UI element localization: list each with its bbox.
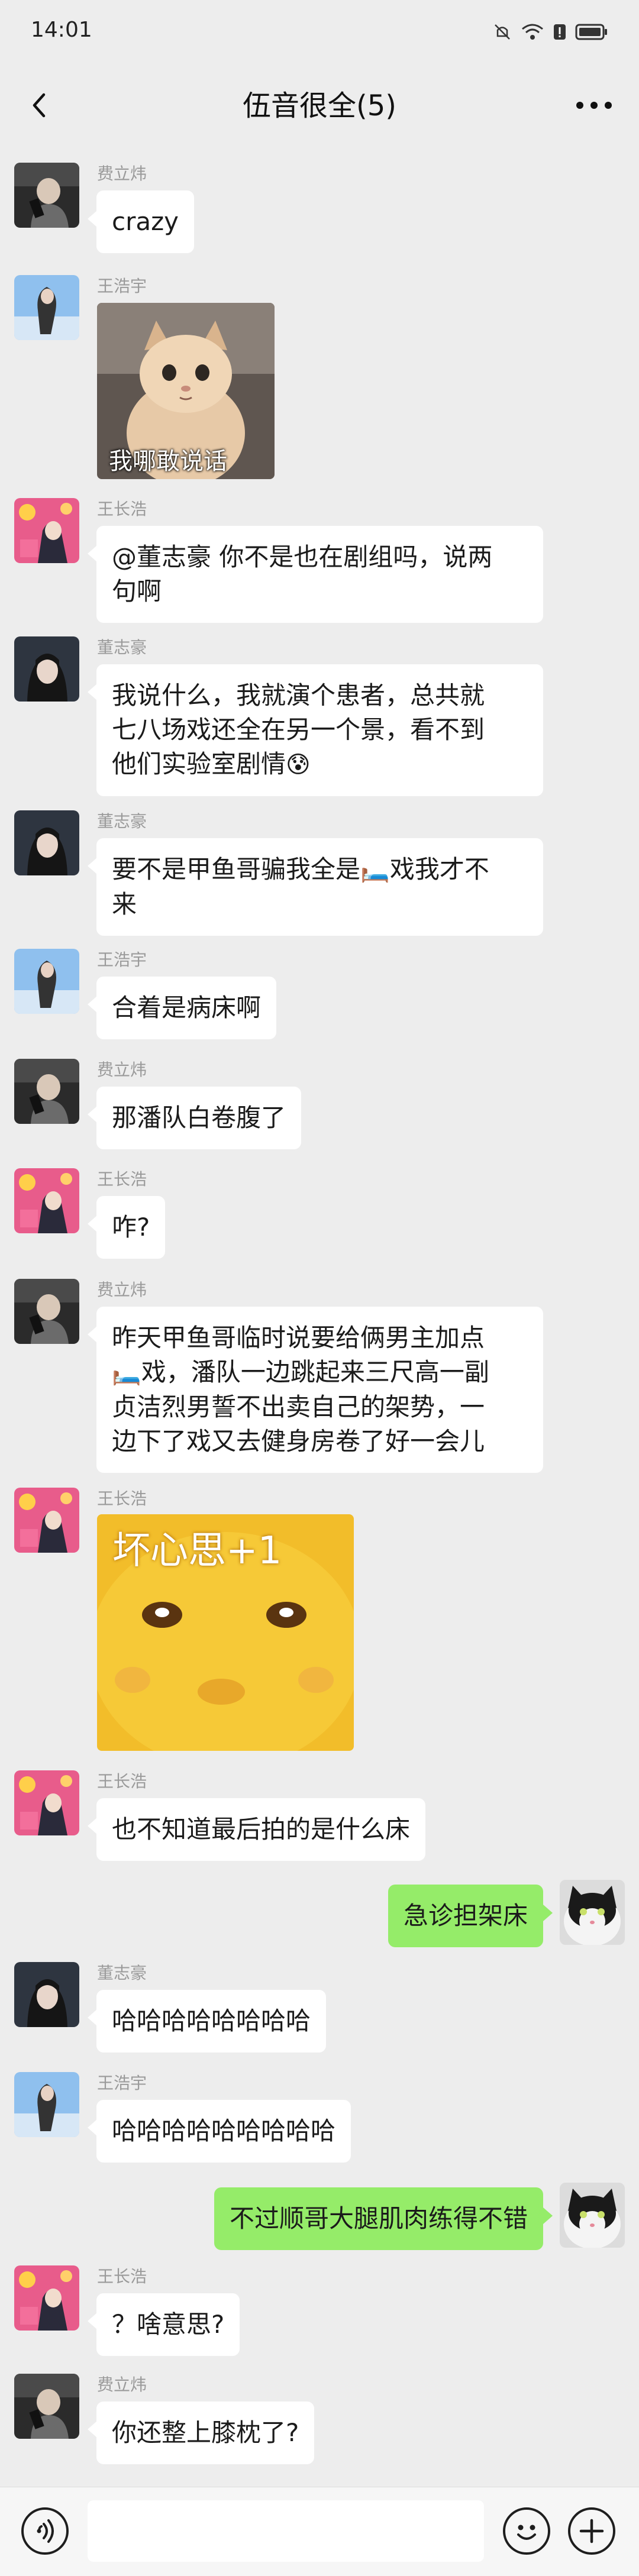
message-input[interactable]: [88, 2500, 484, 2562]
message-line: 他们实验室剧情: [112, 749, 286, 778]
message-line: 来: [112, 890, 137, 919]
message-line: @董志豪 你不是也在剧组吗，说两: [112, 542, 493, 571]
battery-icon: [575, 24, 607, 40]
message-bubble[interactable]: 也不知道最后拍的是什么床: [96, 1798, 426, 1861]
mute-icon: [495, 24, 510, 40]
sender-name: 王长浩: [97, 1169, 147, 1189]
sender-name: 王长浩: [97, 1489, 147, 1508]
sender-name: 王浩宇: [97, 950, 147, 969]
message-line: 贞洁烈男誓不出卖自己的架势，一: [112, 1392, 485, 1421]
message-bubble[interactable]: @董志豪 你不是也在剧组吗，说两 句啊: [96, 526, 543, 623]
avatar-fei[interactable]: [14, 1059, 79, 1124]
voice-icon[interactable]: [21, 2507, 69, 2555]
back-arrow-icon[interactable]: [24, 88, 59, 123]
chat-title: 伍音很全(5): [243, 89, 396, 122]
avatar-fei[interactable]: [14, 1279, 79, 1344]
sender-name: 董志豪: [97, 812, 147, 831]
message-bubble[interactable]: 那潘队白卷腹了: [96, 1087, 302, 1149]
message-text: ？啥意思?: [112, 2310, 225, 2339]
sender-name: 王长浩: [97, 499, 147, 519]
avatar-dong[interactable]: [14, 810, 79, 875]
sender-name: 王浩宇: [97, 276, 147, 296]
avatar-wang-changhao[interactable]: [14, 498, 79, 563]
message-text: 那潘队白卷腹了: [112, 1103, 286, 1132]
message-bubble[interactable]: 哈哈哈哈哈哈哈哈哈: [96, 2100, 351, 2163]
sender-name: 费立炜: [97, 1060, 147, 1079]
avatar-fei[interactable]: [14, 2374, 79, 2439]
message-bubble[interactable]: crazy: [96, 190, 194, 253]
wifi-icon: [522, 24, 543, 40]
message-text: 哈哈哈哈哈哈哈哈哈: [112, 2116, 336, 2145]
plus-icon[interactable]: [568, 2507, 615, 2555]
avatar-wang-changhao[interactable]: [14, 1770, 79, 1835]
avatar-dong[interactable]: [14, 1962, 79, 2027]
sender-name: 费立炜: [97, 1280, 147, 1300]
avatar-self[interactable]: [560, 2183, 625, 2248]
message-text: 也不知道最后拍的是什么床: [112, 1815, 411, 1844]
message-text: 急诊担架床: [403, 1901, 528, 1930]
cat-sticker[interactable]: 我哪敢说话: [97, 303, 275, 479]
duck-sticker[interactable]: 坏心思+1: [97, 1514, 354, 1751]
message-text: crazy: [112, 207, 179, 236]
message-line: 七八场戏还全在另一个景，看不到: [112, 715, 485, 744]
message-bubble-self[interactable]: 不过顺哥大腿肌肉练得不错: [214, 2187, 543, 2250]
message-text: 合着是病床啊: [112, 993, 262, 1022]
bed-emoji-icon: 🛏️: [360, 856, 390, 884]
status-icons: [492, 20, 608, 44]
message-bubble[interactable]: 哈哈哈哈哈哈哈哈: [96, 1990, 327, 2053]
avatar-wang-haoyu[interactable]: [14, 275, 79, 340]
message-bubble[interactable]: 要不是甲鱼哥骗我全是🛏️戏我才不 来: [96, 838, 543, 936]
message-line: 边下了戏又去健身房卷了好一会儿: [112, 1427, 485, 1456]
sticker-caption: 坏心思+1: [112, 1529, 282, 1573]
emoji-icon[interactable]: [503, 2507, 550, 2555]
status-bar: 14:01: [0, 0, 639, 65]
avatar-wang-changhao[interactable]: [14, 2265, 79, 2331]
message-text: 不过顺哥大腿肌肉练得不错: [229, 2204, 528, 2233]
message-line: 戏，潘队一边跳起来三尺高一副: [141, 1358, 489, 1386]
message-bubble-self[interactable]: 急诊担架床: [388, 1885, 543, 1947]
more-dots-icon[interactable]: [570, 88, 618, 123]
input-bar: [0, 2487, 639, 2576]
message-text: 你还整上膝枕了?: [112, 2418, 299, 2447]
message-bubble[interactable]: ？啥意思?: [96, 2293, 240, 2356]
message-text: 哈哈哈哈哈哈哈哈: [112, 2006, 311, 2035]
message-bubble[interactable]: 你还整上膝枕了?: [96, 2402, 315, 2464]
message-bubble[interactable]: 咋?: [96, 1196, 166, 1259]
fearful-emoji-icon: 😰: [286, 751, 311, 778]
avatar-wang-changhao[interactable]: [14, 1168, 79, 1233]
alert-icon: [554, 24, 566, 40]
message-bubble[interactable]: 合着是病床啊: [96, 977, 277, 1039]
avatar-self[interactable]: [560, 1880, 625, 1945]
message-line: 我说什么，我就演个患者，总共就: [112, 681, 485, 710]
avatar-fei[interactable]: [14, 163, 79, 228]
message-bubble[interactable]: 昨天甲鱼哥临时说要给俩男主加点 🛏️戏，潘队一边跳起来三尺高一副 贞洁烈男誓不出…: [96, 1307, 543, 1473]
sender-name: 费立炜: [97, 2375, 147, 2394]
sender-name: 王长浩: [97, 1772, 147, 1791]
bed-emoji-icon: 🛏️: [112, 1359, 141, 1386]
avatar-wang-haoyu[interactable]: [14, 949, 79, 1014]
message-bubble[interactable]: 我说什么，我就演个患者，总共就 七八场戏还全在另一个景，看不到 他们实验室剧情😰: [96, 664, 543, 796]
sender-name: 费立炜: [97, 164, 147, 183]
message-text: 戏我才不: [389, 855, 489, 884]
chat-header: 伍音很全(5): [0, 65, 639, 148]
message-line: 昨天甲鱼哥临时说要给俩男主加点: [112, 1323, 485, 1352]
message-text: 咋?: [112, 1213, 150, 1242]
avatar-dong[interactable]: [14, 636, 79, 702]
avatar-wang-changhao[interactable]: [14, 1488, 79, 1553]
sticker-caption: 我哪敢说话: [109, 448, 227, 475]
message-line: 句啊: [112, 577, 162, 606]
sender-name: 王长浩: [97, 2267, 147, 2286]
avatar-wang-haoyu[interactable]: [14, 2072, 79, 2137]
sender-name: 董志豪: [97, 638, 147, 657]
sender-name: 王浩宇: [97, 2073, 147, 2093]
sender-name: 董志豪: [97, 1963, 147, 1983]
message-text: 要不是甲鱼哥骗我全是: [112, 855, 361, 884]
status-time: 14:01: [31, 18, 92, 42]
